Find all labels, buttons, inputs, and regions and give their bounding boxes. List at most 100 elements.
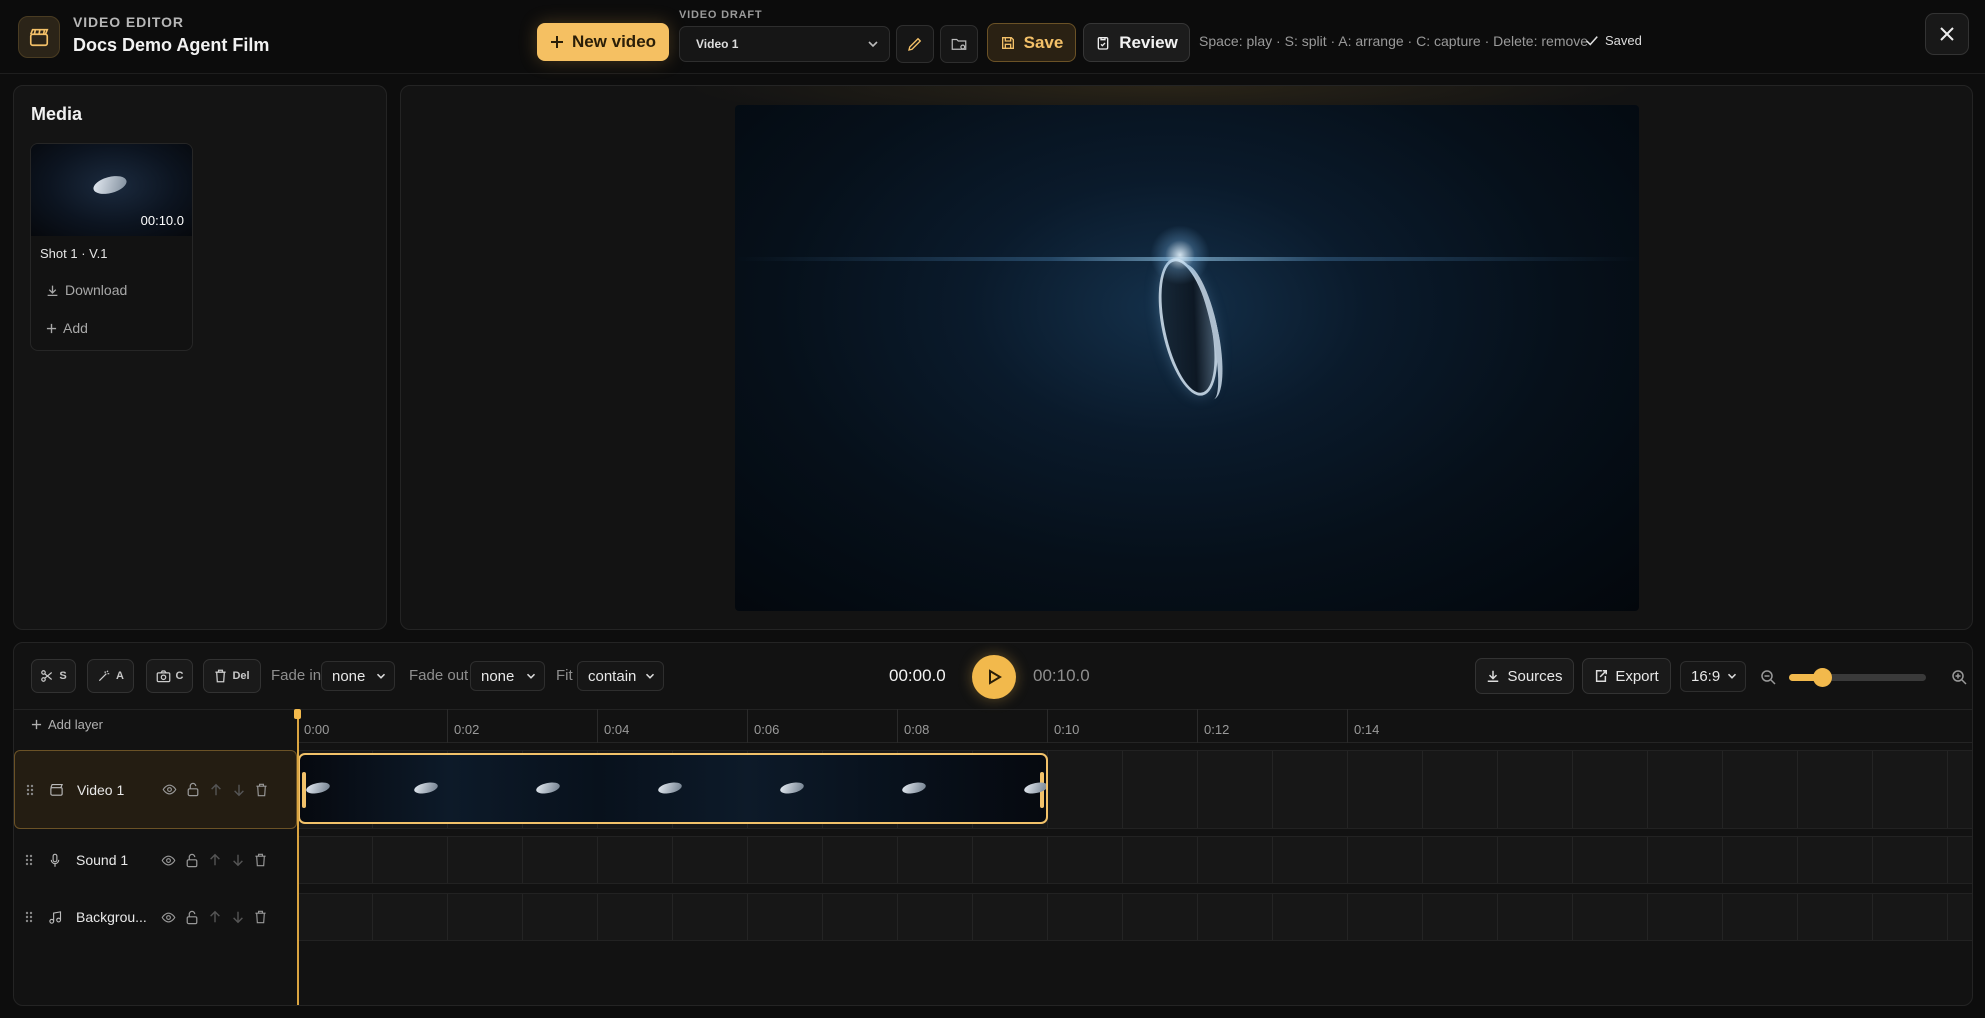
rename-button[interactable] bbox=[896, 25, 934, 63]
chevron-down-icon bbox=[1725, 669, 1739, 683]
review-button[interactable]: Review bbox=[1083, 23, 1190, 62]
filmstrip-frame bbox=[657, 780, 683, 796]
fit-select[interactable]: contain bbox=[577, 661, 664, 691]
save-status-label: Saved bbox=[1605, 33, 1642, 48]
chevron-down-icon bbox=[524, 669, 538, 683]
track-header-sound-1[interactable]: Sound 1 bbox=[14, 836, 297, 884]
lane-grid-line bbox=[672, 894, 673, 940]
ruler-label: 0:08 bbox=[904, 722, 930, 737]
lane-grid-line bbox=[1272, 751, 1273, 828]
add-to-timeline-link[interactable]: Add bbox=[46, 320, 88, 336]
split-button[interactable]: S bbox=[31, 659, 76, 693]
trash-icon[interactable] bbox=[255, 783, 268, 797]
drag-handle-icon[interactable] bbox=[25, 911, 33, 923]
zoom-slider[interactable] bbox=[1789, 668, 1926, 687]
video-preview[interactable] bbox=[735, 105, 1639, 611]
trash-icon[interactable] bbox=[254, 853, 267, 867]
aspect-ratio-select[interactable]: 16:9 bbox=[1680, 661, 1746, 692]
media-item[interactable]: 00:10.0 Shot 1 · V.1 Download Add bbox=[30, 143, 193, 351]
arrow-up-icon[interactable] bbox=[208, 910, 222, 924]
lane-grid-line bbox=[897, 894, 898, 940]
arrow-up-icon[interactable] bbox=[208, 853, 222, 867]
download-label: Download bbox=[65, 282, 128, 298]
lane-grid-line bbox=[1647, 751, 1648, 828]
new-video-button[interactable]: New video bbox=[537, 23, 669, 61]
eye-icon[interactable] bbox=[161, 910, 176, 925]
drag-handle-icon[interactable] bbox=[26, 784, 34, 796]
zoom-out-icon[interactable] bbox=[1760, 669, 1776, 685]
save-icon bbox=[1000, 35, 1016, 51]
eye-icon[interactable] bbox=[161, 853, 176, 868]
zoom-slider-thumb[interactable] bbox=[1812, 668, 1832, 687]
fade-in-label: Fade in bbox=[271, 667, 322, 684]
play-button[interactable] bbox=[972, 655, 1016, 699]
save-label: Save bbox=[1023, 32, 1064, 52]
track-header-video-1[interactable]: Video 1 bbox=[14, 750, 297, 829]
preview-panel bbox=[400, 85, 1973, 630]
track-controls bbox=[162, 782, 268, 797]
lock-icon[interactable] bbox=[185, 853, 199, 868]
track-header-background[interactable]: Backgrou... bbox=[14, 893, 297, 941]
lane-grid-line bbox=[1047, 894, 1048, 940]
export-icon bbox=[1594, 669, 1608, 683]
lock-icon[interactable] bbox=[185, 910, 199, 925]
lane-grid-line bbox=[372, 894, 373, 940]
check-icon bbox=[1585, 34, 1599, 48]
lock-icon[interactable] bbox=[186, 782, 200, 797]
lane-grid-line bbox=[1647, 894, 1648, 940]
lane-grid-line bbox=[372, 837, 373, 883]
export-button[interactable]: Export bbox=[1582, 658, 1671, 694]
arrow-down-icon[interactable] bbox=[232, 783, 246, 797]
lane-grid-line bbox=[522, 894, 523, 940]
move-to-folder-button[interactable] bbox=[940, 25, 978, 63]
fade-out-select[interactable]: none bbox=[470, 661, 545, 691]
track-lane-background[interactable] bbox=[297, 893, 1972, 941]
capture-button[interactable]: C bbox=[146, 659, 193, 693]
music-icon bbox=[48, 910, 63, 925]
trash-icon[interactable] bbox=[254, 910, 267, 924]
close-button[interactable] bbox=[1925, 13, 1969, 55]
fade-in-select[interactable]: none bbox=[321, 661, 395, 691]
ruler-tick bbox=[1347, 709, 1348, 743]
arrow-down-icon[interactable] bbox=[231, 910, 245, 924]
lane-grid-line bbox=[1422, 837, 1423, 883]
fade-in-value: none bbox=[332, 667, 366, 685]
lane-grid-line bbox=[822, 894, 823, 940]
save-button[interactable]: Save bbox=[987, 23, 1076, 62]
video-clip[interactable] bbox=[298, 753, 1048, 824]
keyboard-shortcuts-hint: Space: play · S: split · A: arrange · C:… bbox=[1199, 33, 1589, 49]
track-name: Backgrou... bbox=[76, 909, 147, 925]
media-thumbnail[interactable]: 00:10.0 bbox=[31, 144, 192, 236]
arrange-button[interactable]: A bbox=[87, 659, 134, 693]
lane-grid-line bbox=[822, 837, 823, 883]
eye-icon[interactable] bbox=[162, 782, 177, 797]
delete-button[interactable]: Del bbox=[203, 659, 261, 693]
lens-flare bbox=[1150, 225, 1210, 285]
add-layer-button[interactable]: Add layer bbox=[31, 717, 103, 732]
download-icon bbox=[46, 284, 59, 297]
playhead[interactable] bbox=[297, 711, 299, 1005]
download-link[interactable]: Download bbox=[46, 282, 127, 298]
draft-select[interactable]: Video 1 bbox=[679, 26, 890, 62]
drag-handle-icon[interactable] bbox=[25, 854, 33, 866]
playhead-knob[interactable] bbox=[294, 709, 301, 719]
lane-grid-line bbox=[1497, 837, 1498, 883]
plus-icon bbox=[550, 35, 564, 49]
ruler-label: 0:06 bbox=[754, 722, 780, 737]
filmstrip-frame bbox=[1023, 780, 1046, 796]
lane-grid-line bbox=[1197, 837, 1198, 883]
time-ruler[interactable]: 0:00 0:02 0:04 0:06 0:08 0:10 0:12 0:14 bbox=[297, 709, 1972, 743]
total-duration: 00:10.0 bbox=[1033, 666, 1090, 685]
lane-grid-line bbox=[1572, 894, 1573, 940]
zoom-in-icon[interactable] bbox=[1951, 669, 1967, 685]
lane-grid-line bbox=[1122, 751, 1123, 828]
arrow-down-icon[interactable] bbox=[231, 853, 245, 867]
sources-button[interactable]: Sources bbox=[1475, 658, 1574, 694]
lane-grid-line bbox=[447, 837, 448, 883]
chevron-down-icon bbox=[374, 669, 388, 683]
clipboard-check-icon bbox=[1095, 35, 1111, 51]
pencil-icon bbox=[906, 35, 924, 53]
track-lane-sound-1[interactable] bbox=[297, 836, 1972, 884]
lane-grid-line bbox=[1947, 837, 1948, 883]
arrow-up-icon[interactable] bbox=[209, 783, 223, 797]
